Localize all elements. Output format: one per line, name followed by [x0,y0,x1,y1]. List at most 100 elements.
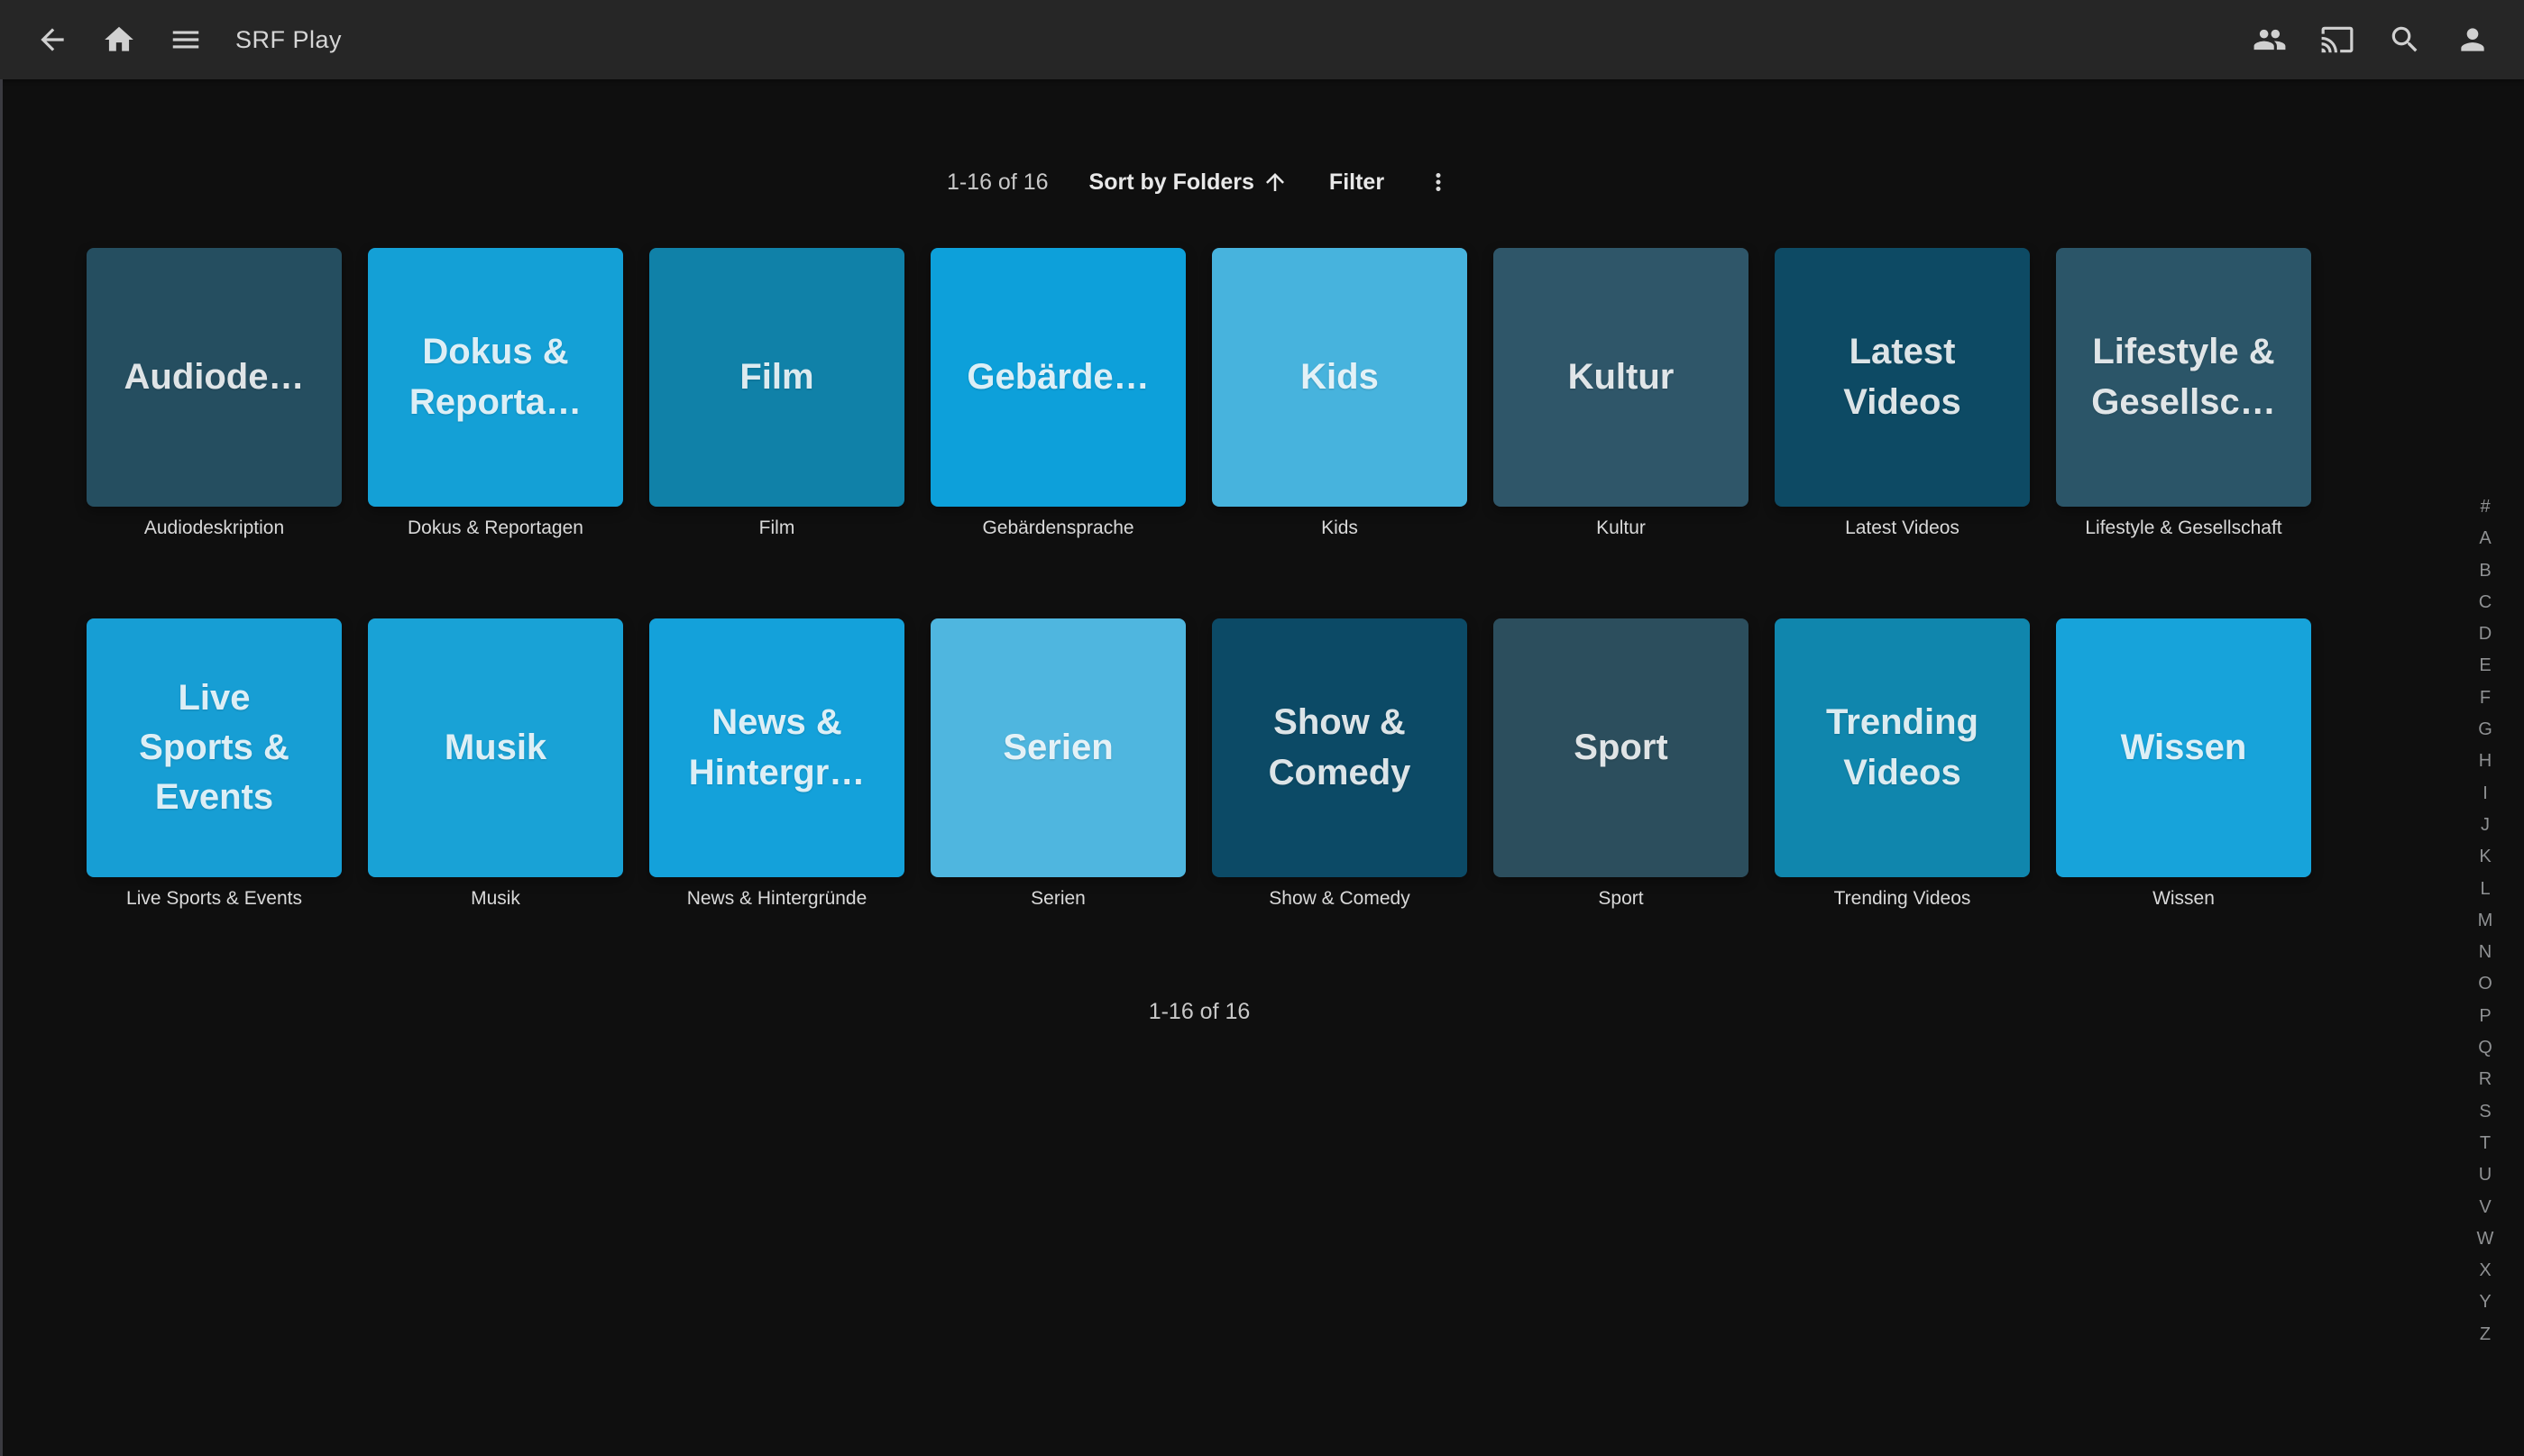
alphabet-letter[interactable]: # [2467,491,2503,523]
alphabet-letter[interactable]: V [2467,1192,2503,1223]
tile-caption: Musik [368,886,623,911]
arrow-upward-icon [1262,169,1289,196]
library-folder-tile[interactable]: Wissen Wissen [2056,618,2311,911]
tile-title: Gebärde… [956,353,1160,402]
back-button[interactable] [35,23,69,57]
alphabet-letter[interactable]: N [2467,937,2503,968]
alphabet-letter[interactable]: Z [2467,1319,2503,1351]
alphabet-letter[interactable]: X [2467,1255,2503,1287]
tile-title: Film [729,353,824,402]
alphabet-letter[interactable]: M [2467,905,2503,937]
hamburger-menu-icon [169,23,203,57]
home-button[interactable] [102,23,136,57]
alphabet-letter[interactable]: K [2467,841,2503,873]
alphabet-letter[interactable]: F [2467,682,2503,714]
library-folder-tile[interactable]: Serien Serien [931,618,1186,911]
alphabet-letter[interactable]: Q [2467,1032,2503,1064]
tile-caption: Trending Videos [1775,886,2030,911]
alphabet-letter[interactable]: S [2467,1096,2503,1128]
library-folder-tile[interactable]: Live Sports & Events Live Sports & Event… [87,618,342,911]
tile-art: Gebärde… [931,248,1186,507]
tile-caption: Serien [931,886,1186,911]
tile-art: Serien [931,618,1186,877]
library-folder-tile[interactable]: Trending Videos Trending Videos [1775,618,2030,911]
tile-title: Serien [992,723,1124,773]
tile-caption: Audiodeskription [87,516,342,541]
topbar-actions [2253,23,2490,57]
filter-button[interactable]: Filter [1329,169,1384,196]
alphabet-letter[interactable]: D [2467,618,2503,650]
tile-caption: News & Hintergründe [649,886,904,911]
alphabet-letter[interactable]: A [2467,523,2503,554]
tile-art: Wissen [2056,618,2311,877]
account-button[interactable] [2455,23,2490,57]
cast-icon [2320,23,2354,57]
overflow-menu-button[interactable] [1425,169,1452,196]
tile-caption: Kultur [1493,516,1748,541]
tile-title: Kids [1290,353,1390,402]
alphabet-letter[interactable]: O [2467,968,2503,1000]
list-controls: 1-16 of 16 Sort by Folders Filter [0,164,2399,200]
sort-button[interactable]: Sort by Folders [1089,169,1289,196]
tile-art: Show & Comedy [1212,618,1467,877]
home-icon [102,23,136,57]
tile-caption: Dokus & Reportagen [368,516,623,541]
search-button[interactable] [2388,23,2422,57]
tile-title: Live Sports & Events [128,673,300,823]
alphabet-letter[interactable]: L [2467,874,2503,905]
tile-title: News & Hintergr… [678,698,877,797]
tile-title: Lifestyle & Gesellsc… [2080,327,2287,426]
alphabet-letter[interactable]: T [2467,1128,2503,1159]
more-vert-icon [1425,169,1452,196]
tile-title: Audiode… [114,353,316,402]
alphabet-letter[interactable]: U [2467,1159,2503,1191]
arrow-back-icon [35,23,69,57]
tile-art: Latest Videos [1775,248,2030,507]
search-icon [2388,23,2422,57]
library-folder-tile[interactable]: Musik Musik [368,618,623,911]
page-title: SRF Play [235,26,342,54]
library-folder-tile[interactable]: News & Hintergr… News & Hintergründe [649,618,904,911]
tile-caption: Film [649,516,904,541]
library-folder-tile[interactable]: Latest Videos Latest Videos [1775,248,2030,541]
library-folder-tile[interactable]: Kids Kids [1212,248,1467,541]
tile-caption: Wissen [2056,886,2311,911]
syncplay-button[interactable] [2253,23,2287,57]
alphabet-letter[interactable]: R [2467,1064,2503,1095]
alphabet-letter[interactable]: B [2467,555,2503,587]
library-folder-tile[interactable]: Audiode… Audiodeskription [87,248,342,541]
alphabet-letter[interactable]: W [2467,1223,2503,1255]
alphabet-letter[interactable]: G [2467,714,2503,746]
library-folder-tile[interactable]: Dokus & Reporta… Dokus & Reportagen [368,248,623,541]
tile-caption: Sport [1493,886,1748,911]
tile-art: News & Hintergr… [649,618,904,877]
alphabet-scroller: # A B C D E F G H I J K L M N O P Q R S … [2467,491,2503,1351]
left-scrollbar[interactable] [0,79,3,1456]
folder-grid: Audiode… Audiodeskription Dokus & Report… [87,248,2311,911]
tile-title: Musik [434,723,557,773]
library-folder-tile[interactable]: Lifestyle & Gesellsc… Lifestyle & Gesell… [2056,248,2311,541]
alphabet-letter[interactable]: E [2467,650,2503,682]
alphabet-letter[interactable]: P [2467,1001,2503,1032]
library-folder-tile[interactable]: Gebärde… Gebärdensprache [931,248,1186,541]
library-folder-tile[interactable]: Film Film [649,248,904,541]
cast-button[interactable] [2320,23,2354,57]
menu-button[interactable] [169,23,203,57]
tile-caption: Show & Comedy [1212,886,1467,911]
alphabet-letter[interactable]: C [2467,587,2503,618]
tile-caption: Lifestyle & Gesellschaft [2056,516,2311,541]
tile-art: Film [649,248,904,507]
library-folder-tile[interactable]: Sport Sport [1493,618,1748,911]
tile-art: Sport [1493,618,1748,877]
library-folder-tile[interactable]: Show & Comedy Show & Comedy [1212,618,1467,911]
library-folder-tile[interactable]: Kultur Kultur [1493,248,1748,541]
tile-art: Lifestyle & Gesellsc… [2056,248,2311,507]
person-icon [2455,23,2490,57]
alphabet-letter[interactable]: I [2467,778,2503,810]
tile-title: Wissen [2110,723,2258,773]
alphabet-letter[interactable]: Y [2467,1287,2503,1318]
alphabet-letter[interactable]: J [2467,810,2503,841]
alphabet-letter[interactable]: H [2467,746,2503,777]
tile-caption: Kids [1212,516,1467,541]
sort-label: Sort by Folders [1089,169,1254,196]
